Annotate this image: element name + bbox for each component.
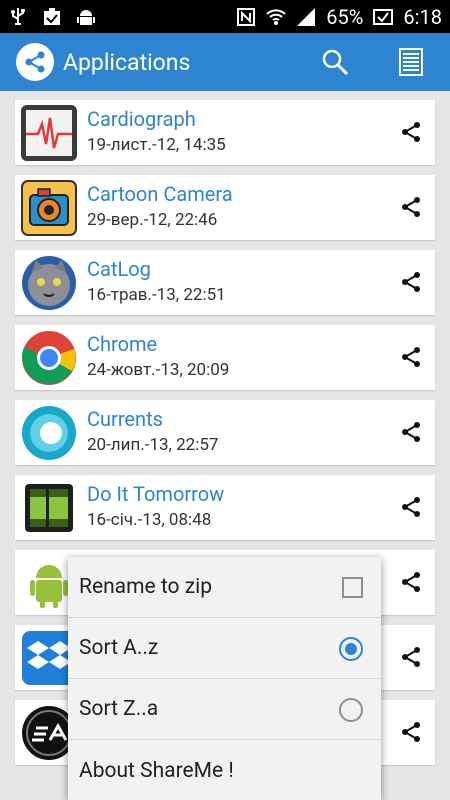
clock: 6:18 bbox=[403, 4, 442, 29]
share-icon[interactable] bbox=[399, 270, 423, 294]
search-button[interactable] bbox=[320, 47, 350, 77]
share-icon[interactable] bbox=[399, 420, 423, 444]
list-item[interactable]: Cardiograph 19-лист.-12, 14:35 bbox=[15, 100, 435, 165]
menu-item-sort-a-z[interactable]: Sort A..z bbox=[68, 618, 381, 679]
menu-item-sort-z-a[interactable]: Sort Z..a bbox=[68, 679, 381, 740]
menu-item-label: Rename to zip bbox=[79, 575, 213, 599]
list-view-icon bbox=[399, 48, 423, 76]
app-name: Cardiograph bbox=[87, 106, 196, 131]
rename-to-zip-checkbox[interactable] bbox=[342, 577, 363, 598]
share-me-logo-icon[interactable] bbox=[16, 43, 54, 81]
usb-icon bbox=[11, 7, 25, 25]
share-icon[interactable] bbox=[399, 720, 423, 744]
list-item[interactable]: Cartoon Camera 29-вер.-12, 22:46 bbox=[15, 175, 435, 240]
share-icon[interactable] bbox=[399, 570, 423, 594]
menu-item-label: About ShareMe ! bbox=[79, 758, 234, 783]
battery-percent: 65% bbox=[326, 4, 364, 29]
list-view-button[interactable] bbox=[396, 47, 426, 77]
do-it-tomorrow-app-icon bbox=[19, 478, 79, 538]
list-item[interactable]: Chrome 24-жовт.-13, 20:09 bbox=[15, 325, 435, 390]
chrome-app-icon bbox=[19, 328, 79, 388]
sort-a-z-radio[interactable] bbox=[339, 637, 363, 661]
list-item[interactable]: CatLog 16-трав.-13, 22:51 bbox=[15, 250, 435, 315]
wifi-icon bbox=[266, 8, 286, 25]
page-title: Applications bbox=[63, 48, 191, 76]
currents-app-icon bbox=[19, 403, 79, 463]
app-date: 29-вер.-12, 22:46 bbox=[87, 209, 218, 230]
list-item[interactable]: Do It Tomorrow 16-січ.-13, 08:48 bbox=[15, 475, 435, 540]
menu-item-label: Sort A..z bbox=[79, 636, 159, 660]
nfc-icon bbox=[237, 7, 256, 26]
share-icon[interactable] bbox=[399, 120, 423, 144]
battery-icon bbox=[373, 8, 394, 25]
app-date: 16-трав.-13, 22:51 bbox=[87, 284, 226, 305]
catlog-app-icon bbox=[19, 253, 79, 313]
signal-icon bbox=[297, 7, 316, 26]
share-icon[interactable] bbox=[399, 645, 423, 669]
app-date: 20-лип.-13, 22:57 bbox=[87, 434, 219, 455]
cartoon-camera-app-icon bbox=[19, 178, 79, 238]
app-date: 24-жовт.-13, 20:09 bbox=[87, 359, 230, 380]
overflow-menu: Rename to zip Sort A..z Sort Z..a About … bbox=[68, 557, 381, 800]
share-icon[interactable] bbox=[399, 345, 423, 369]
status-bar: 65% 6:18 bbox=[0, 0, 450, 33]
android-debug-icon bbox=[77, 9, 95, 25]
menu-item-rename-to-zip[interactable]: Rename to zip bbox=[68, 557, 381, 618]
app-name: Cartoon Camera bbox=[87, 181, 233, 206]
cardiograph-app-icon bbox=[19, 103, 79, 163]
task-check-icon bbox=[44, 7, 60, 25]
list-item[interactable]: Currents 20-лип.-13, 22:57 bbox=[15, 400, 435, 465]
menu-item-label: Sort Z..a bbox=[79, 697, 159, 721]
menu-item-about[interactable]: About ShareMe ! bbox=[68, 740, 381, 800]
search-icon bbox=[322, 49, 349, 76]
app-date: 16-січ.-13, 08:48 bbox=[87, 509, 212, 530]
action-bar: Applications bbox=[0, 33, 450, 91]
app-name: Chrome bbox=[87, 331, 158, 356]
app-name: CatLog bbox=[87, 256, 151, 281]
app-date: 19-лист.-12, 14:35 bbox=[87, 134, 226, 155]
app-name: Currents bbox=[87, 406, 163, 431]
app-name: Do It Tomorrow bbox=[87, 481, 225, 506]
share-icon[interactable] bbox=[399, 195, 423, 219]
share-icon[interactable] bbox=[399, 495, 423, 519]
sort-z-a-radio[interactable] bbox=[339, 698, 363, 722]
